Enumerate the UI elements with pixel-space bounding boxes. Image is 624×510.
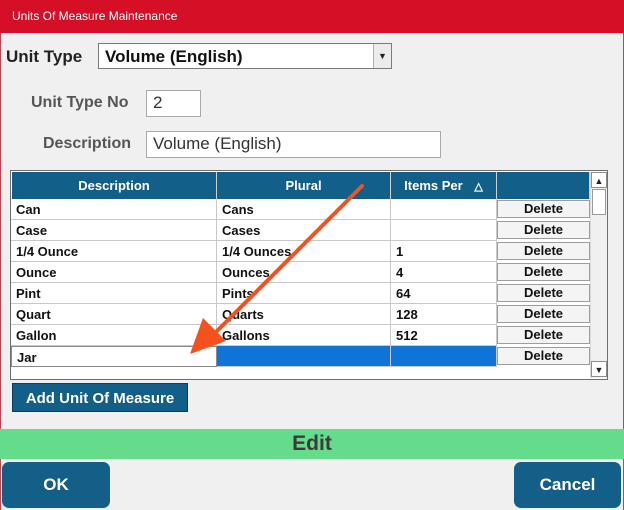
annotation-arrow-icon bbox=[190, 184, 364, 354]
